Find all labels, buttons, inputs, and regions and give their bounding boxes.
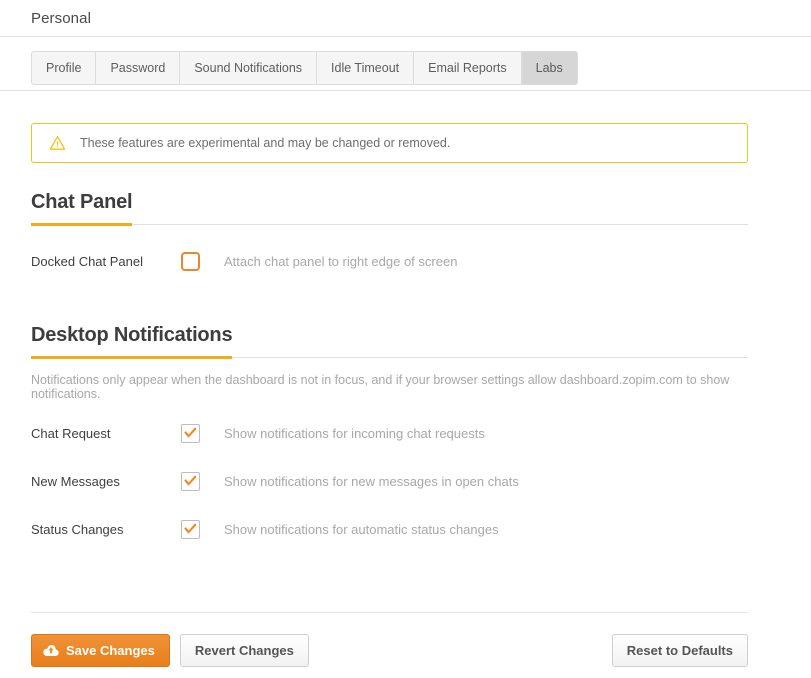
setting-row-description: Attach chat panel to right edge of scree… [224, 253, 458, 269]
tab-email-reports[interactable]: Email Reports [413, 51, 521, 85]
tab-profile[interactable]: Profile [31, 51, 96, 85]
tab-password[interactable]: Password [95, 51, 180, 85]
checkbox-checked[interactable] [181, 423, 200, 443]
setting-row: Status Changes Show notifications for aut… [31, 515, 780, 543]
divider-accent [31, 356, 232, 359]
chat-panel-title: Chat Panel [31, 191, 133, 213]
save-changes-label: Save Changes [66, 643, 155, 658]
reset-to-defaults-label: Reset to Defaults [626, 643, 733, 658]
labs-settings-page: Personal Profile Password Sound Notificati… [0, 0, 811, 678]
footer-actions: Save Changes Revert Changes Reset to Def… [31, 634, 748, 667]
tab-labs[interactable]: Labs [520, 51, 578, 85]
reset-to-defaults-button[interactable]: Reset to Defaults [611, 634, 748, 667]
divider-line [31, 224, 748, 225]
setting-row-label: Docked Chat Panel [31, 253, 144, 269]
warning-triangle-icon [38, 135, 76, 151]
checkbox-checked[interactable] [181, 519, 200, 539]
save-changes-button[interactable]: Save Changes [31, 634, 170, 667]
tab-sound-notifications[interactable]: Sound Notifications [179, 51, 317, 85]
setting-row-label: Chat Request [31, 425, 111, 441]
setting-row-description: Show notifications for incoming chat req… [224, 425, 485, 441]
divider-accent [31, 223, 132, 226]
setting-row: Docked Chat Panel Attach chat panel to ri… [31, 247, 780, 275]
tab-idle-timeout[interactable]: Idle Timeout [316, 51, 414, 85]
desktop-notifications-title: Desktop Notifications [31, 324, 233, 346]
tab-label: Sound Notifications [194, 61, 303, 75]
tab-label: Profile [46, 61, 82, 75]
checkbox-checked[interactable] [181, 471, 200, 491]
chat-panel-rows: Docked Chat Panel Attach chat panel to ri… [31, 247, 780, 275]
page-title: Personal [31, 9, 92, 27]
warning-text: These features are experimental and may … [80, 136, 451, 150]
footer-divider [31, 612, 748, 613]
revert-changes-button[interactable]: Revert Changes [179, 634, 309, 667]
setting-row-label: New Messages [31, 473, 120, 489]
cloud-upload-icon [43, 644, 59, 657]
tab-label: Labs [535, 61, 563, 75]
desktop-notifications-rows: Chat Request Show notifications for incom… [31, 419, 780, 543]
tab-label: Email Reports [428, 61, 507, 75]
chat-panel-divider [31, 223, 748, 227]
chat-panel-heading-wrap: Chat Panel [31, 190, 780, 214]
setting-row: Chat Request Show notifications for incom… [31, 419, 780, 447]
setting-row-label: Status Changes [31, 521, 124, 537]
tab-label: Idle Timeout [331, 61, 400, 75]
desktop-notifications-divider [31, 356, 748, 360]
revert-changes-label: Revert Changes [194, 643, 294, 658]
tab-list: Profile Password Sound Notifications Idle T… [31, 51, 578, 85]
desktop-notifications-heading-wrap: Desktop Notifications [31, 323, 780, 347]
page-header: Personal [0, 0, 811, 37]
checkbox-unchecked[interactable] [181, 251, 200, 271]
desktop-notifications-helper: Notifications only appear when the dashb… [31, 373, 730, 401]
setting-row-description: Show notifications for new messages in o… [224, 473, 519, 489]
tab-label: Password [110, 61, 166, 75]
setting-row-description: Show notifications for automatic status … [224, 521, 499, 537]
setting-row: New Messages Show notifications for new m… [31, 467, 780, 495]
chat-panel-section: Chat Panel Docked Chat Panel Attach chat … [31, 190, 780, 275]
experimental-warning-banner: These features are experimental and may … [31, 123, 748, 163]
desktop-notifications-section: Desktop Notifications Notifications only… [31, 323, 780, 543]
settings-tabstrip: Profile Password Sound Notifications Idle T… [0, 37, 811, 91]
